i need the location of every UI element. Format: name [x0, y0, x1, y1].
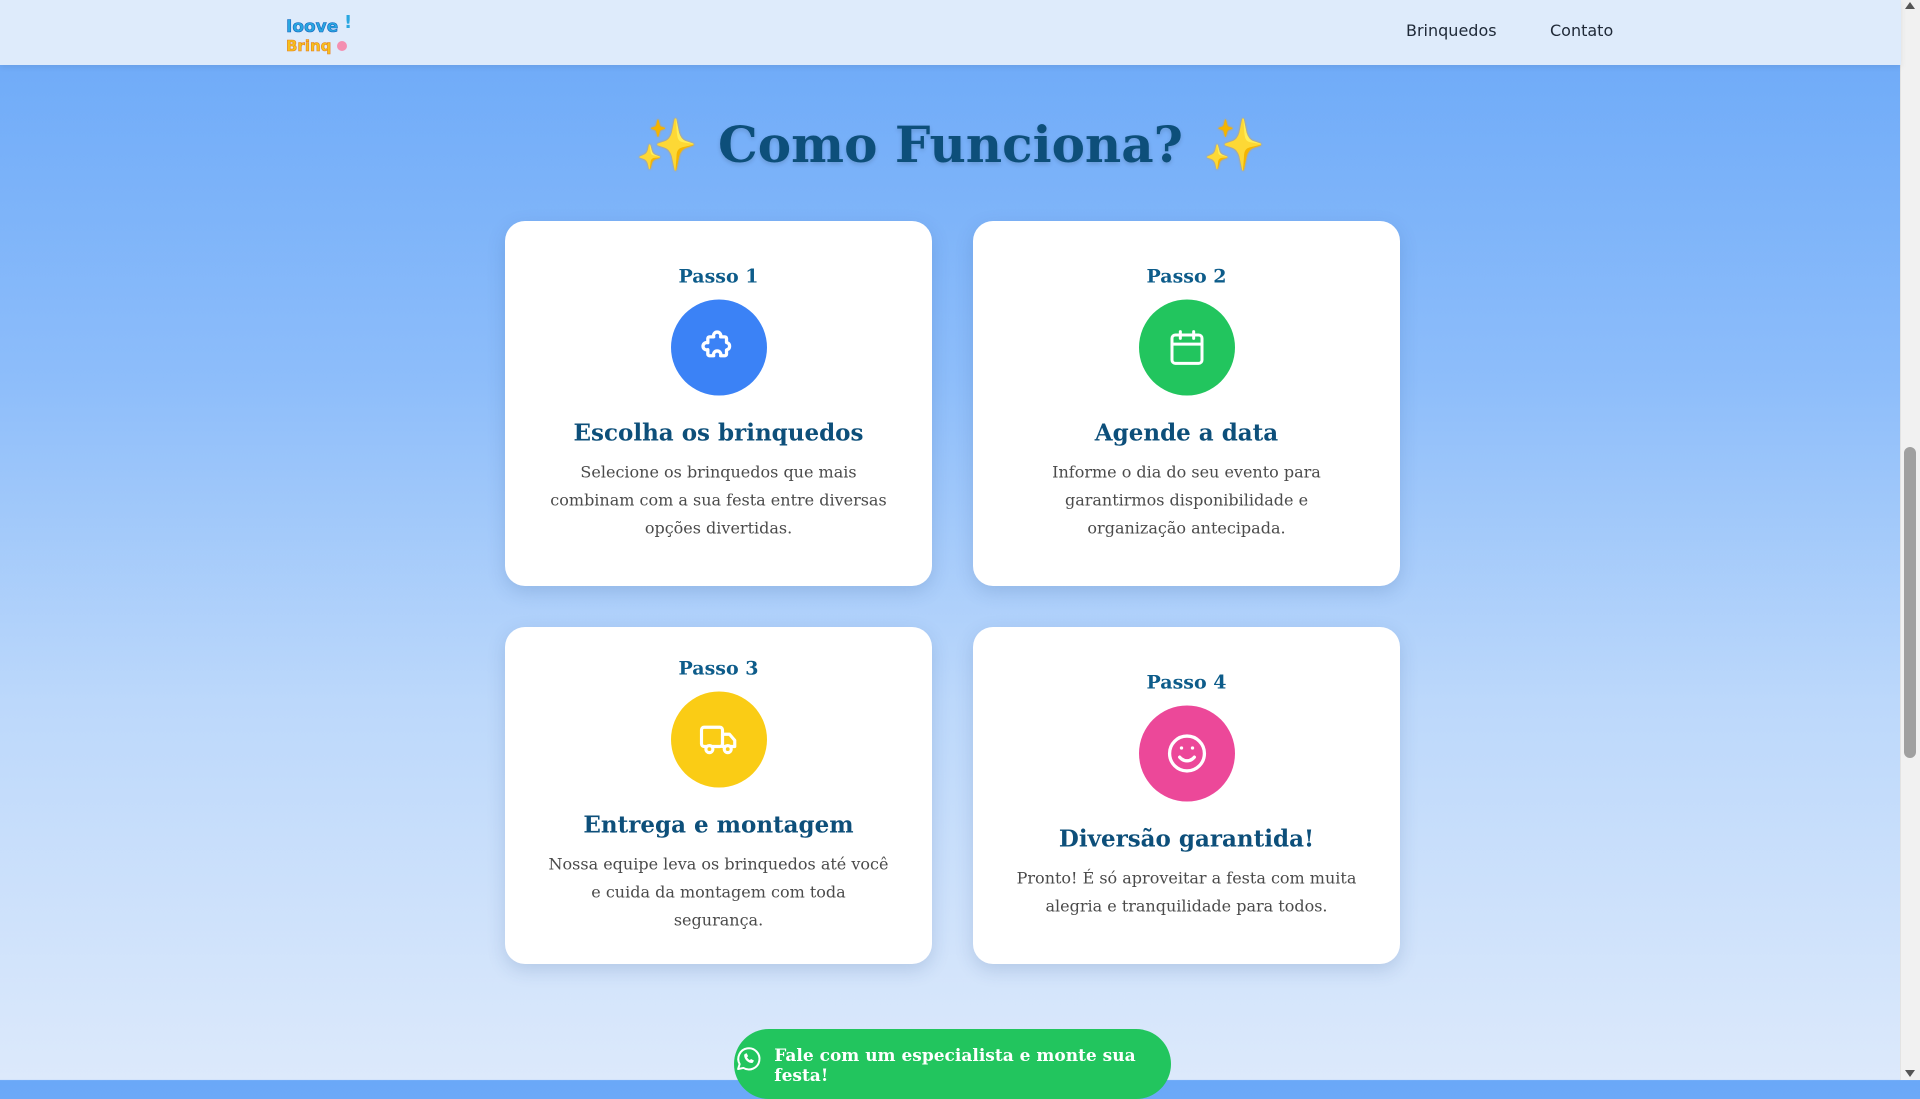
step-label: Passo 2	[1146, 265, 1227, 287]
step-label: Passo 1	[678, 265, 759, 287]
step-icon-circle	[670, 299, 767, 395]
truck-icon	[699, 725, 736, 754]
ioove-brinq-logo[interactable]: Ioove ! Brinq	[284, 10, 350, 56]
svg-text:Brinq: Brinq	[286, 37, 331, 55]
step-title: Escolha os brinquedos	[573, 419, 864, 446]
step-icon-circle	[1138, 299, 1235, 395]
sparkles-icon: ✨	[1202, 116, 1266, 174]
step-card-3: Passo 3 Entrega e montagem Nossa equipe …	[505, 627, 932, 964]
scroll-up-arrow-icon[interactable]	[1905, 2, 1915, 9]
step-card-2: Passo 2 Agende a data Informe o dia do s…	[973, 221, 1400, 586]
whatsapp-icon	[737, 1047, 761, 1071]
step-icon-circle	[1138, 705, 1235, 801]
nav-brinquedos[interactable]: Brinquedos	[1406, 21, 1497, 40]
calendar-icon	[1170, 329, 1203, 365]
step-label: Passo 4	[1146, 671, 1227, 693]
page-scrollbar[interactable]	[1900, 0, 1920, 1080]
puzzle-icon	[700, 329, 731, 357]
section-title: ✨ Como Funciona? ✨	[0, 115, 1901, 175]
cta-label: Fale com um especialista e monte sua fes…	[774, 1046, 1136, 1086]
top-navbar: Ioove ! Brinq Brinquedos Contato	[0, 0, 1901, 65]
nav-contato[interactable]: Contato	[1550, 21, 1613, 40]
step-label: Passo 3	[678, 657, 759, 679]
step-title: Agende a data	[1094, 419, 1279, 446]
step-icon-circle	[670, 691, 767, 787]
step-title: Diversão garantida!	[1058, 825, 1315, 852]
smile-icon	[1167, 733, 1206, 773]
sparkles-icon: ✨	[635, 116, 699, 174]
step-description: Informe o dia do seu evento para garanti…	[1052, 462, 1321, 537]
step-card-1: Passo 1 Escolha os brinquedos Selecione …	[505, 221, 932, 586]
whatsapp-cta-button[interactable]: Fale com um especialista e monte sua fes…	[734, 1029, 1171, 1099]
scroll-down-arrow-icon[interactable]	[1905, 1070, 1915, 1077]
step-description: Pronto! É só aproveitar a festa com muit…	[1016, 868, 1357, 915]
svg-text:!: !	[344, 12, 350, 33]
step-title: Entrega e montagem	[583, 811, 854, 838]
svg-text:Ioove: Ioove	[286, 17, 338, 37]
step-card-4: Passo 4 Diversão garantida! Pronto! É só…	[973, 627, 1400, 964]
step-description: Nossa equipe leva os brinquedos até você…	[548, 854, 889, 929]
scrollbar-thumb[interactable]	[1904, 447, 1916, 758]
step-description: Selecione os brinquedos que mais combina…	[550, 462, 887, 537]
section-title-text: Como Funciona?	[718, 115, 1183, 174]
